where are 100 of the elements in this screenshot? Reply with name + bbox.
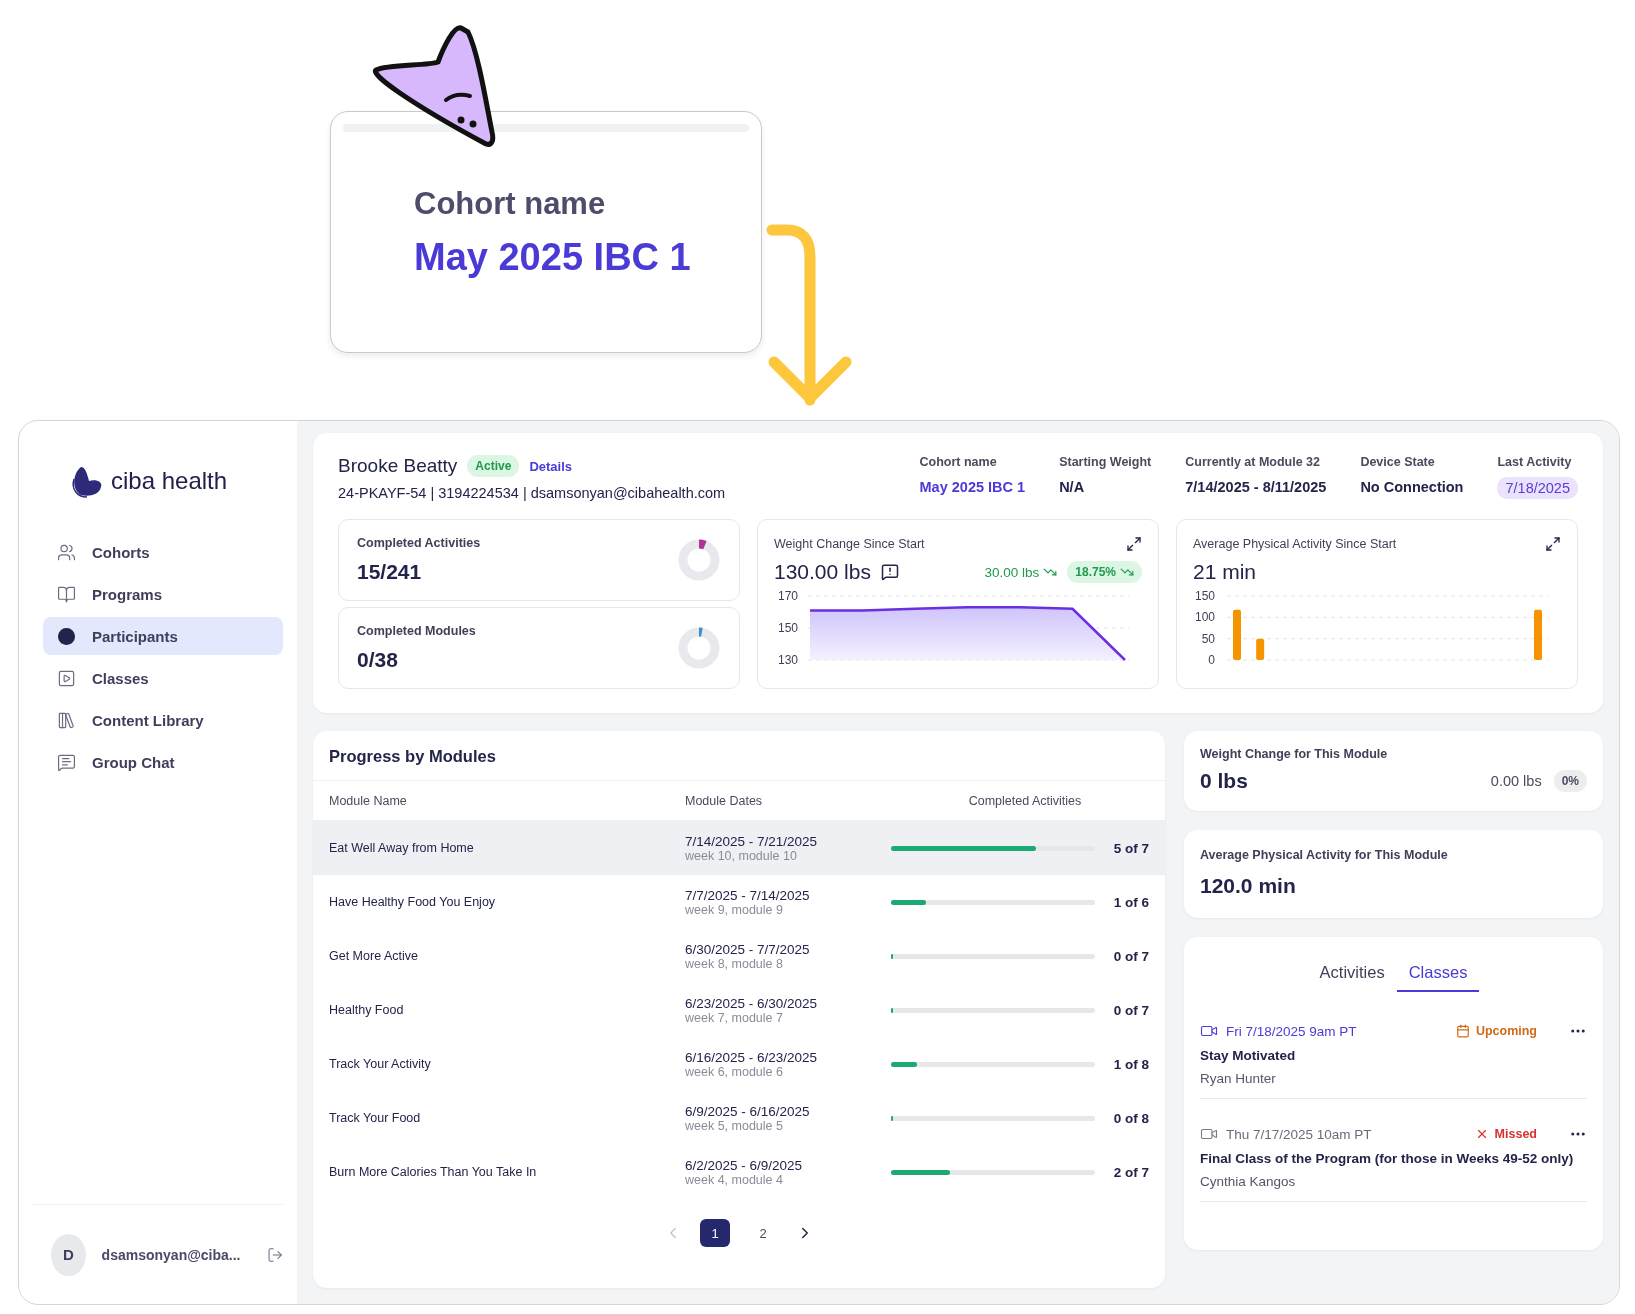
module-week: week 9, module 9 (685, 902, 784, 917)
class-title: Stay Motivated (1200, 1048, 1297, 1063)
card-value: 120.0 min (1200, 874, 1297, 898)
nav-icon (57, 710, 76, 730)
nav-icon (57, 542, 76, 562)
sidebar-item[interactable]: Classes (43, 659, 283, 697)
fact-label: Device State (1360, 455, 1436, 469)
fact-label: Starting Weight (1059, 455, 1152, 469)
calendar-icon (1455, 1024, 1470, 1038)
details-link[interactable]: Details (529, 458, 572, 474)
sidebar-item[interactable]: Programs (43, 575, 283, 613)
fact-label: Last Activity (1497, 455, 1573, 469)
class-date: Fri 7/18/2025 9am PT (1226, 1023, 1358, 1039)
module-week: week 4, module 4 (685, 1172, 784, 1187)
expand-icon[interactable] (1126, 536, 1142, 552)
module-row[interactable]: Get More Active 6/30/2025 - 7/7/2025 week 8, module 8 0 of 7 (313, 929, 1165, 983)
sidebar-item[interactable]: Group Chat (43, 743, 283, 781)
module-row[interactable]: Burn More Calories Than You Take In 6/2/2025 - 6/9/2025 week 4, module 4 2 of 7 (313, 1145, 1165, 1199)
page-button[interactable]: 2 (748, 1219, 778, 1247)
stat-label: Completed Modules (357, 624, 476, 638)
info-icon[interactable] (880, 563, 899, 581)
module-name: Burn More Calories Than You Take In (329, 1165, 538, 1179)
status-badge: Active (467, 455, 520, 477)
module-row[interactable]: Track Your Activity 6/16/2025 - 6/23/2025 week 6, module 6 1 of 8 (313, 1037, 1165, 1091)
percent-badge: 0% (1553, 770, 1587, 792)
module-week: week 5, module 5 (685, 1118, 784, 1133)
activity-count: 0 of 7 (1112, 1002, 1149, 1018)
user-avatar: D (51, 1233, 86, 1276)
axis-tick-label: 130 (777, 653, 798, 667)
card-label: Weight Change for This Module (1200, 747, 1389, 761)
tab[interactable]: Classes (1396, 959, 1480, 992)
fact-value: No Connection (1360, 479, 1464, 495)
activity-count: 0 of 7 (1112, 948, 1149, 964)
donut-chart (677, 626, 721, 670)
stat-value: 0/38 (357, 648, 399, 672)
module-week: week 7, module 7 (685, 1010, 784, 1025)
sidebar-item[interactable]: Participants (43, 617, 283, 655)
module-dates: 6/9/2025 - 6/16/2025 (685, 1103, 811, 1119)
axis-tick-label: 150 (1194, 590, 1215, 603)
fact-value: N/A (1059, 479, 1086, 495)
column-header: Module Dates (685, 793, 764, 808)
nav-icon (57, 752, 76, 772)
nav-icon (57, 668, 76, 688)
date-badge: 7/18/2025 (1497, 477, 1578, 499)
chart-value: 21 min (1193, 560, 1257, 584)
axis-tick-label: 150 (777, 621, 798, 635)
participant-name: Brooke Beatty (338, 455, 458, 477)
percent-badge: 18.75% (1067, 561, 1142, 583)
page-button[interactable]: 1 (700, 1219, 730, 1247)
module-name: Eat Well Away from Home (329, 841, 475, 855)
nav-icon (57, 584, 76, 604)
tab[interactable]: Activities (1307, 959, 1397, 992)
module-row[interactable]: Eat Well Away from Home 7/14/2025 - 7/21/2025 week 10, module 10 5 of 7 (313, 821, 1165, 875)
module-week: week 10, module 10 (685, 848, 798, 863)
module-row[interactable]: Track Your Food 6/9/2025 - 6/16/2025 week 5, module 5 0 of 8 (313, 1091, 1165, 1145)
module-row[interactable]: Have Healthy Food You Enjoy 7/7/2025 - 7/14/2025 week 9, module 9 1 of 6 (313, 875, 1165, 929)
module-dates: 7/7/2025 - 7/14/2025 (685, 887, 811, 903)
module-name: Have Healthy Food You Enjoy (329, 895, 497, 909)
activity-bar (1256, 638, 1265, 660)
activity-count: 1 of 8 (1112, 1056, 1149, 1072)
logo-text: ciba health (111, 467, 228, 495)
callout-label: Cohort name (414, 185, 607, 222)
axis-tick-label: 170 (777, 590, 798, 603)
module-week: week 6, module 6 (685, 1064, 784, 1079)
column-header: Module Name (329, 793, 408, 808)
callout-value: May 2025 IBC 1 (414, 235, 692, 279)
axis-tick-label: 100 (1194, 610, 1215, 625)
weight-change: 0.00 lbs (1490, 773, 1542, 789)
class-status: Missed (1474, 1127, 1537, 1141)
module-dates: 7/14/2025 - 7/21/2025 (685, 833, 819, 849)
donut-chart (677, 538, 721, 582)
expand-icon[interactable] (1545, 536, 1561, 552)
sidebar-item[interactable]: Content Library (43, 701, 283, 739)
class-date: Thu 7/17/2025 10am PT (1226, 1126, 1373, 1142)
module-row[interactable]: Healthy Food 6/23/2025 - 6/30/2025 week 7, module 7 0 of 7 (313, 983, 1165, 1037)
fact-link[interactable]: May 2025 IBC 1 (919, 479, 1026, 495)
activity-bar (1233, 609, 1241, 660)
weight-change: 30.00 lbs (984, 561, 1058, 583)
module-dates: 6/30/2025 - 7/7/2025 (685, 941, 811, 957)
chart-title: Weight Change Since Start (774, 537, 925, 551)
coach-name: Ryan Hunter (1200, 1071, 1277, 1086)
stat-value: 15/241 (357, 560, 423, 584)
sidebar-item[interactable]: Cohorts (43, 533, 283, 571)
activity-count: 1 of 6 (1112, 894, 1149, 910)
card-label: Average Physical Activity for This Module (1200, 848, 1449, 862)
module-name: Track Your Food (329, 1111, 422, 1125)
card-title: Progress by Modules (313, 731, 1165, 781)
activity-count: 2 of 7 (1112, 1164, 1149, 1180)
class-title: Final Class of the Program (for those in Weeks 49-52 only) (1200, 1151, 1575, 1166)
module-dates: 6/2/2025 - 6/9/2025 (685, 1157, 804, 1173)
card-value: 0 lbs (1200, 769, 1248, 793)
fact-label: Cohort name (919, 455, 998, 469)
column-header: Completed Activities (968, 793, 1082, 808)
stat-label: Completed Activities (357, 536, 481, 550)
activity-bar (1534, 609, 1542, 660)
fact-value: 7/14/2025 - 8/11/2025 (1185, 479, 1327, 495)
axis-tick-label: 50 (1201, 631, 1215, 646)
module-dates: 6/23/2025 - 6/30/2025 (685, 995, 819, 1011)
participant-info: 24-PKAYF-54 | 3194224534 | dsamsonyan@cibahealth.com (338, 485, 726, 501)
chart-value: 130.00 lbs (774, 560, 871, 584)
